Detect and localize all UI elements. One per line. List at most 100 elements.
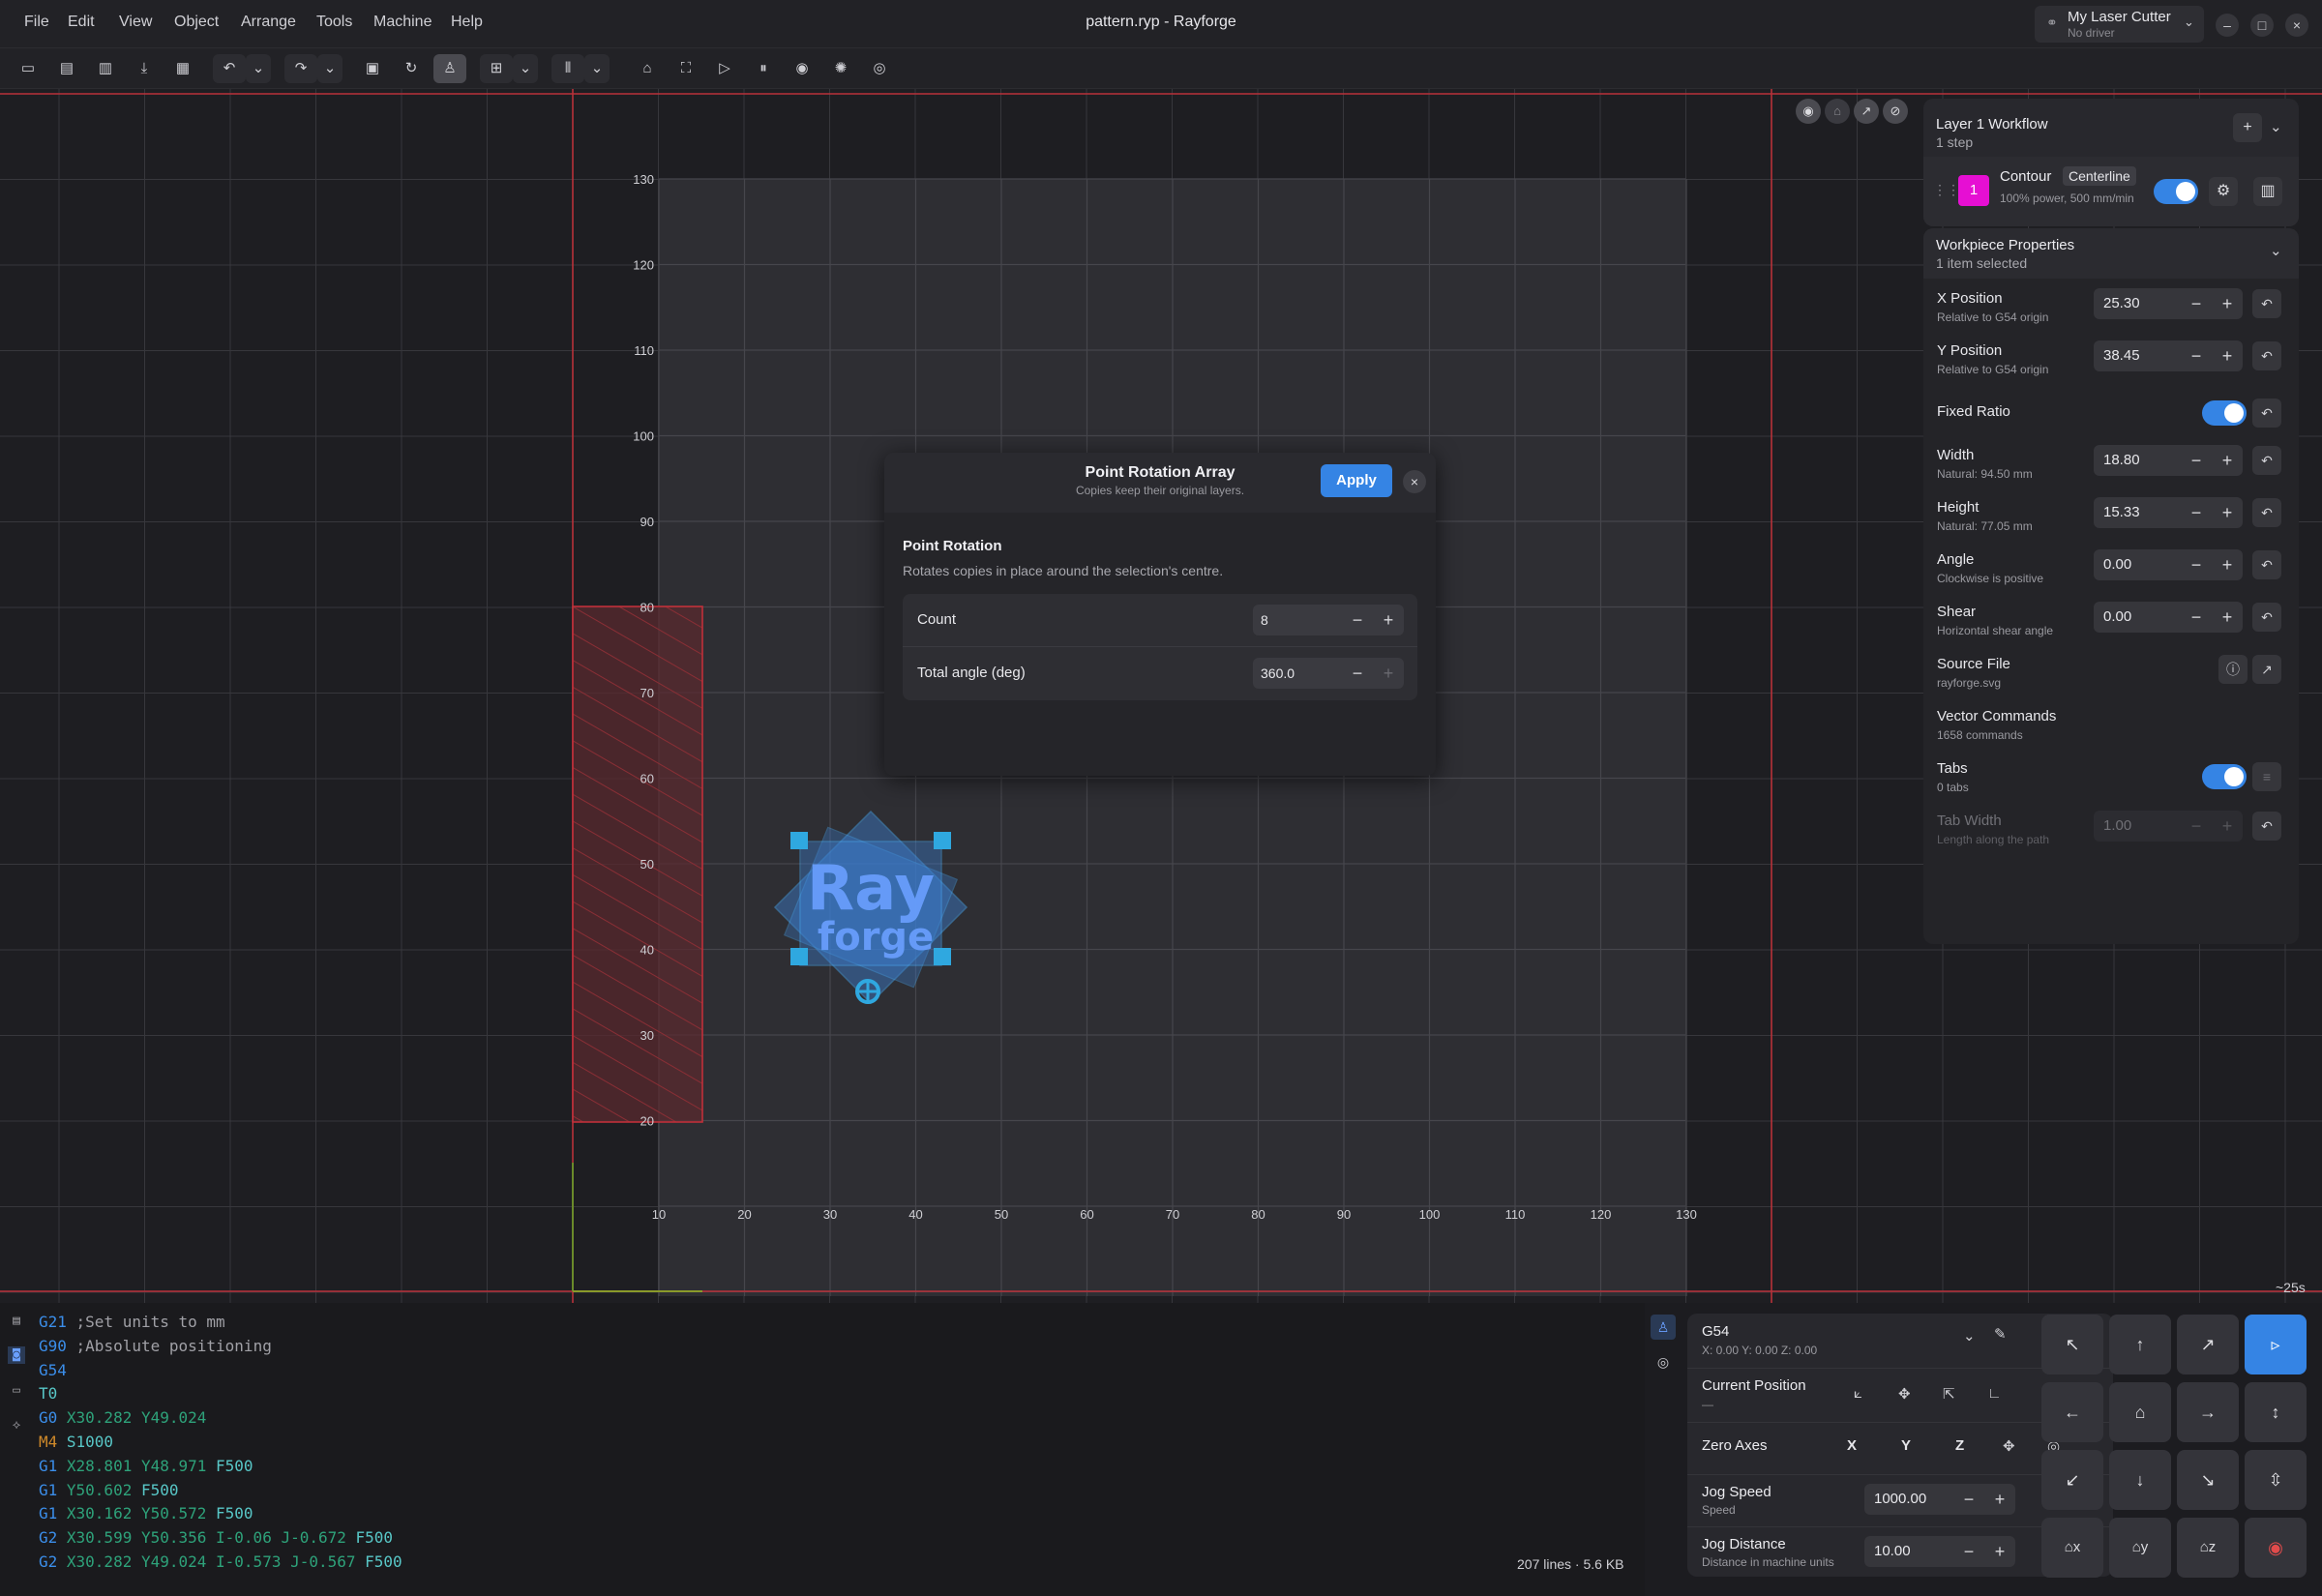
x-reset-icon[interactable]: ↶: [2252, 289, 2281, 318]
redo-icon[interactable]: ↷: [284, 54, 317, 83]
x-position-input[interactable]: 25.30: [2094, 288, 2181, 319]
chevron-down-icon[interactable]: ⌄: [2270, 118, 2282, 135]
undo-history-icon[interactable]: ⌄: [246, 54, 271, 83]
angle-input[interactable]: 360.0: [1253, 658, 1342, 689]
close-icon[interactable]: ×: [1403, 470, 1426, 493]
jog-speed-increment-button[interactable]: +: [1984, 1484, 2015, 1515]
height-input[interactable]: 15.33: [2094, 497, 2181, 528]
export-icon[interactable]: ▦: [166, 54, 199, 83]
jog-speed-input[interactable]: 1000.00: [1864, 1484, 1953, 1515]
gcode-view-icon[interactable]: ▤: [8, 1313, 25, 1330]
properties-header[interactable]: Workpiece Properties 1 item selected ⌄: [1923, 228, 2299, 279]
jog-up-left-icon[interactable]: ↖: [2041, 1315, 2103, 1374]
jog-distance-decrement-button[interactable]: −: [1953, 1536, 1984, 1567]
undo-icon[interactable]: ↶: [213, 54, 246, 83]
eye-icon[interactable]: ◉: [1796, 99, 1821, 124]
jog-up-right-icon[interactable]: ↗: [2177, 1315, 2239, 1374]
step-row[interactable]: ⋮⋮ 1 Contour Centerline 100% power, 500 …: [1923, 157, 2299, 226]
shear-reset-icon[interactable]: ↶: [2252, 603, 2281, 632]
add-step-button[interactable]: +: [2233, 113, 2262, 142]
shear-input[interactable]: 0.00: [2094, 602, 2181, 633]
angle-input[interactable]: 0.00: [2094, 549, 2181, 580]
close-window-icon[interactable]: ×: [2285, 14, 2308, 37]
align-menu-icon[interactable]: ⌄: [513, 54, 538, 83]
shear-increment-button[interactable]: +: [2212, 602, 2243, 633]
tab-width-increment-button[interactable]: +: [2212, 811, 2243, 842]
zero-x-button[interactable]: X: [1847, 1437, 1857, 1454]
corner-icon[interactable]: ∟: [1987, 1385, 2002, 1402]
menu-file[interactable]: File: [24, 14, 49, 31]
redo-history-icon[interactable]: ⌄: [317, 54, 342, 83]
jog-up-icon[interactable]: ↑: [2109, 1315, 2171, 1374]
no-go-icon[interactable]: ⊘: [1883, 99, 1908, 124]
layers-icon[interactable]: ⟡: [8, 1417, 25, 1434]
height-reset-icon[interactable]: ↶: [2252, 498, 2281, 527]
laser-focus-icon[interactable]: ✺: [824, 54, 857, 83]
info-icon[interactable]: ⓘ: [2218, 655, 2248, 684]
menu-view[interactable]: View: [119, 14, 152, 31]
zero-y-button[interactable]: Y: [1901, 1437, 1911, 1454]
jog-down-right-icon[interactable]: ↘: [2177, 1450, 2239, 1510]
save-as-icon[interactable]: ▥: [89, 54, 122, 83]
step-enabled-toggle[interactable]: [2154, 179, 2198, 204]
go-to-icon[interactable]: ⇱: [1943, 1385, 1955, 1403]
width-reset-icon[interactable]: ↶: [2252, 446, 2281, 475]
edit-icon[interactable]: ✎: [1994, 1325, 2007, 1343]
target-icon[interactable]: ◎: [1651, 1349, 1676, 1374]
fixed-ratio-reset-icon[interactable]: ↶: [2252, 399, 2281, 428]
menu-object[interactable]: Object: [174, 14, 219, 31]
simulate-toggle-icon[interactable]: ♙: [1651, 1315, 1676, 1340]
tabs-menu-icon[interactable]: ≡: [2252, 762, 2281, 791]
lock-icon[interactable]: ⌂: [1825, 99, 1850, 124]
jog-left-icon[interactable]: ←: [2041, 1382, 2103, 1442]
home-y-icon[interactable]: ⌂y: [2109, 1518, 2171, 1578]
width-increment-button[interactable]: +: [2212, 445, 2243, 476]
zero-z-button[interactable]: Z: [1955, 1437, 1964, 1454]
home-x-icon[interactable]: ⌂x: [2041, 1518, 2103, 1578]
simulate-icon[interactable]: ♙: [433, 54, 466, 83]
console-icon[interactable]: ▭: [8, 1382, 25, 1400]
count-decrement-button[interactable]: −: [1342, 605, 1373, 635]
angle-decrement-button[interactable]: −: [2181, 549, 2212, 580]
y-reset-icon[interactable]: ↶: [2252, 341, 2281, 370]
frame-icon[interactable]: ▣: [356, 54, 389, 83]
apply-button[interactable]: Apply: [1321, 464, 1392, 497]
height-increment-button[interactable]: +: [2212, 497, 2243, 528]
menu-machine[interactable]: Machine: [373, 14, 432, 31]
count-input[interactable]: 8: [1253, 605, 1342, 635]
chevron-down-icon[interactable]: ⌄: [2270, 242, 2282, 259]
open-external-icon[interactable]: ↗: [2252, 655, 2281, 684]
menu-tools[interactable]: Tools: [316, 14, 352, 31]
chevron-down-icon[interactable]: ⌄: [1963, 1327, 1976, 1345]
width-decrement-button[interactable]: −: [2181, 445, 2212, 476]
machine-selector[interactable]: ⚭ My Laser Cutter No driver ⌄: [2035, 6, 2204, 43]
jog-home-icon[interactable]: ⌂: [2109, 1382, 2171, 1442]
align-icon[interactable]: ⊞: [480, 54, 513, 83]
move-to-icon[interactable]: ✥: [1898, 1385, 1911, 1403]
trash-icon[interactable]: ▥: [2253, 177, 2282, 206]
tab-width-reset-icon[interactable]: ↶: [2252, 812, 2281, 841]
maximize-icon[interactable]: □: [2250, 14, 2274, 37]
x-decrement-button[interactable]: −: [2181, 288, 2212, 319]
jog-down-left-icon[interactable]: ↙: [2041, 1450, 2103, 1510]
y-position-input[interactable]: 38.45: [2094, 340, 2181, 371]
preview-view-icon[interactable]: ◙: [8, 1346, 25, 1364]
stop-icon[interactable]: ◉: [786, 54, 819, 83]
jog-speed-decrement-button[interactable]: −: [1953, 1484, 1984, 1515]
open-icon[interactable]: ▭: [12, 54, 45, 83]
run-icon[interactable]: ▷: [708, 54, 741, 83]
menu-arrange[interactable]: Arrange: [241, 14, 296, 31]
frame-job-icon[interactable]: ⛶: [670, 54, 702, 83]
set-origin-icon[interactable]: ⟀: [1854, 1385, 1862, 1402]
drag-handle-icon[interactable]: ⋮⋮: [1933, 182, 1960, 198]
angle-decrement-button[interactable]: −: [1342, 658, 1373, 689]
emergency-stop-icon[interactable]: ◉: [2245, 1518, 2307, 1578]
y-increment-button[interactable]: +: [2212, 340, 2243, 371]
angle-increment-button[interactable]: +: [1373, 658, 1404, 689]
canvas[interactable]: 10 20 30 40 50 60 70 80 90 100 110 120 130 130 120 110…: [0, 89, 2322, 1303]
fixed-ratio-toggle[interactable]: [2202, 400, 2247, 426]
width-input[interactable]: 18.80: [2094, 445, 2181, 476]
gear-icon[interactable]: ⚙: [2209, 177, 2238, 206]
y-decrement-button[interactable]: −: [2181, 340, 2212, 371]
distribute-menu-icon[interactable]: ⌄: [584, 54, 610, 83]
